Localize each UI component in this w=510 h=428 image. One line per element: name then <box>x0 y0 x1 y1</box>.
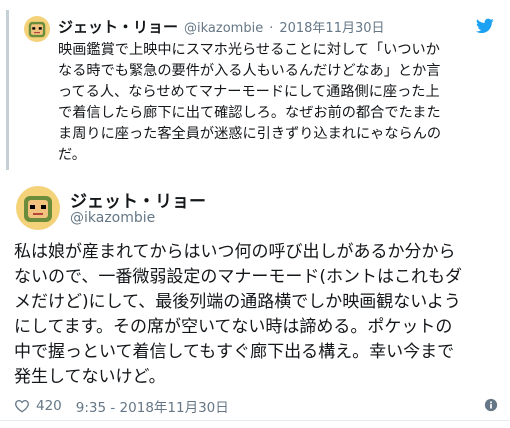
quote-bar <box>6 10 9 170</box>
quoted-display-name[interactable]: ジェット・リョー <box>58 16 178 37</box>
avatar[interactable] <box>16 186 60 230</box>
quoted-separator: · <box>269 21 274 36</box>
display-name[interactable]: ジェット・リョー <box>70 187 206 212</box>
divider <box>0 420 510 421</box>
timestamp[interactable]: 9:35 - 2018年11月30日 <box>76 396 229 416</box>
quoted-tweet[interactable]: ジェット・リョー @ikazombie · 2018年11月30日 映画鑑賞で上… <box>6 8 504 174</box>
quoted-tweet-text: 映画鑑賞で上映中にスマホ光らせることに対して「いついか なる時でも緊急の要件が入… <box>58 42 442 163</box>
heart-icon[interactable] <box>14 399 30 413</box>
like-count[interactable]: 420 <box>36 398 62 414</box>
quoted-date[interactable]: 2018年11月30日 <box>279 17 384 36</box>
info-icon[interactable] <box>484 398 498 412</box>
tweet-text: 私は娘が産まれてからはいつ何の呼び出しがあるか分から ないので、一番微弱設定のマ… <box>14 242 462 387</box>
tweet-footer: 420 9:35 - 2018年11月30日 <box>14 396 500 416</box>
quoted-avatar[interactable] <box>24 16 50 42</box>
quoted-handle[interactable]: @ikazombie <box>184 21 263 36</box>
handle[interactable]: @ikazombie <box>70 210 155 226</box>
twitter-bird-icon[interactable] <box>476 18 494 34</box>
